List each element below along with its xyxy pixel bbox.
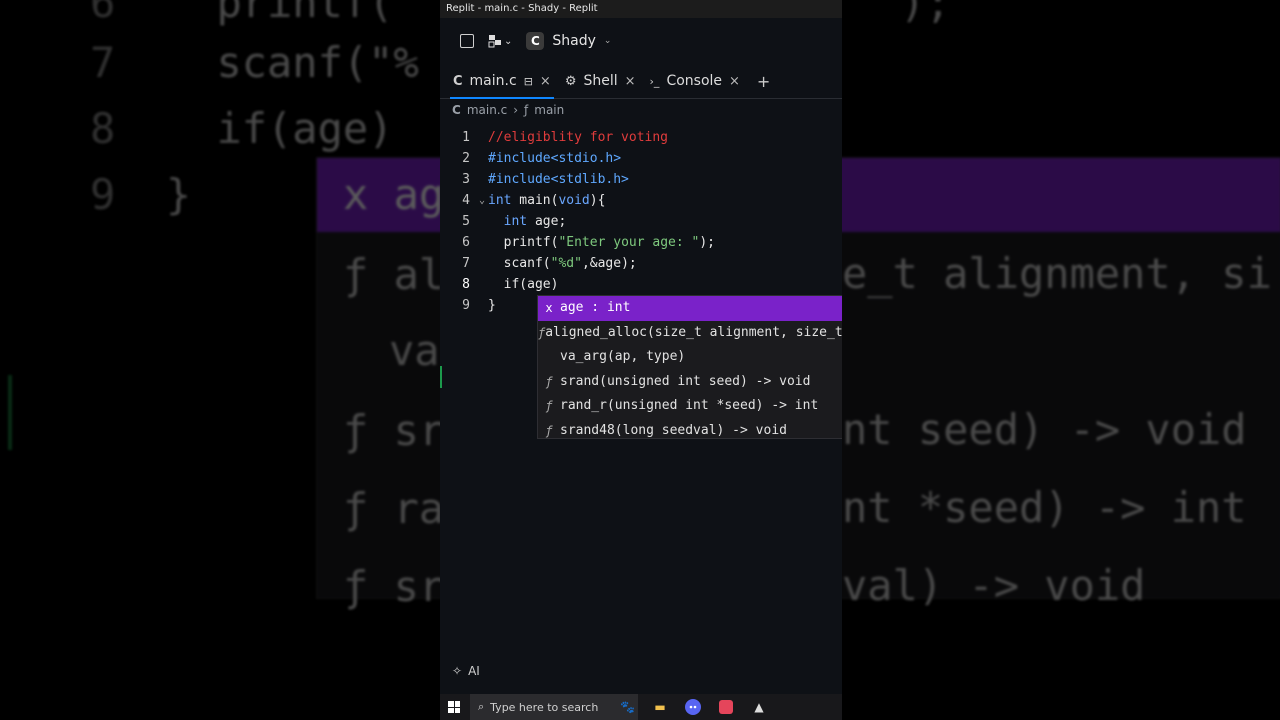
split-view-icon[interactable]: ⊟ xyxy=(524,75,533,88)
close-icon[interactable]: × xyxy=(625,74,636,89)
search-placeholder: Type here to search xyxy=(490,700,599,714)
code-line: 3 #include<stdlib.h> xyxy=(462,172,629,187)
breadcrumb: C main.c › ƒ main xyxy=(440,99,842,121)
discord-icon[interactable] xyxy=(682,696,704,718)
windows-start-icon[interactable] xyxy=(448,701,460,713)
code-line: 1//eligiblity for voting xyxy=(462,130,669,145)
search-icon: ⌕ xyxy=(478,700,485,713)
ai-button[interactable]: ✧ AI xyxy=(440,660,480,682)
tray-arrow-icon[interactable]: ▲ xyxy=(748,696,770,718)
tab-shell[interactable]: ⚙ Shell × xyxy=(558,64,643,98)
project-switcher[interactable]: C Shady ⌄ xyxy=(526,32,611,50)
suggestion-item[interactable]: ƒ aligned_alloc(size_t alignment, size_t … xyxy=(538,321,842,346)
tab-label: Console xyxy=(666,73,723,89)
tab-label: Shell xyxy=(583,73,618,89)
function-icon: ƒ xyxy=(545,423,553,438)
taskbar-search-input[interactable]: ⌕ Type here to search 🐾 xyxy=(470,694,638,720)
ai-label: AI xyxy=(468,664,480,678)
chevron-down-icon: ⌄ xyxy=(603,36,612,46)
ai-sparkle-icon: ✧ xyxy=(452,664,463,678)
function-icon: ƒ xyxy=(545,374,553,389)
function-icon: ƒ xyxy=(538,325,546,340)
c-file-icon: C xyxy=(453,73,463,89)
tab-console[interactable]: ›_ Console × xyxy=(643,64,747,98)
breadcrumb-file[interactable]: main.c xyxy=(467,103,507,117)
suggestion-item[interactable]: va_arg(ap, type) xyxy=(538,345,842,370)
code-editor[interactable]: 1//eligiblity for voting 2 #include<stdio… xyxy=(440,121,842,316)
close-icon[interactable]: × xyxy=(540,74,551,89)
tab-main-c[interactable]: C main.c ⊟ × xyxy=(446,64,558,99)
file-explorer-icon[interactable]: ▬ xyxy=(649,696,671,718)
code-line: 2 #include<stdio.h> xyxy=(462,151,622,166)
code-line: 4 ⌄ int main(void){ xyxy=(440,190,842,211)
shell-icon: ⚙ xyxy=(564,73,577,89)
console-icon: ›_ xyxy=(649,74,660,88)
c-language-icon: C xyxy=(526,32,545,50)
function-icon: ƒ xyxy=(524,103,529,117)
tab-label: main.c xyxy=(469,73,517,89)
suggestion-item[interactable]: x age : int xyxy=(538,296,842,321)
add-tab-button[interactable]: + xyxy=(747,64,780,98)
code-line: 7 scanf("%d",&age); xyxy=(462,256,637,271)
replit-window: Replit - main.c - Shady - Replit ⌄ C Sha… xyxy=(440,0,842,720)
suggestion-item[interactable]: ƒ srand(unsigned int seed) -> void xyxy=(538,370,842,395)
function-icon: ƒ xyxy=(545,399,553,413)
autocomplete-popup: x age : int ƒ aligned_alloc(size_t alignme… xyxy=(537,295,842,439)
code-line: 6 printf("Enter your age: "); xyxy=(462,235,715,250)
project-name: Shady xyxy=(552,33,596,49)
chevron-right-icon: › xyxy=(513,103,519,117)
suggestion-item[interactable]: ƒ srand48(long seedval) -> void xyxy=(538,419,842,439)
code-line: 5 int age; xyxy=(462,214,567,229)
variable-icon: x xyxy=(545,301,553,315)
fold-chevron-icon[interactable]: ⌄ xyxy=(476,190,488,211)
code-line-current: 8 if(age) xyxy=(462,277,559,292)
windows-taskbar: ⌕ Type here to search 🐾 ▬ ▲ xyxy=(440,694,842,720)
top-toolbar: ⌄ C Shady ⌄ xyxy=(440,18,842,64)
suggestion-item[interactable]: ƒ rand_r(unsigned int *seed) -> int xyxy=(538,394,842,419)
window-title: Replit - main.c - Shady - Replit xyxy=(440,0,842,18)
breadcrumb-symbol[interactable]: main xyxy=(534,103,564,117)
close-icon[interactable]: × xyxy=(729,74,740,89)
editor-tabs: C main.c ⊟ × ⚙ Shell × ›_ Console × + xyxy=(440,64,842,99)
chevron-down-icon: ⌄ xyxy=(504,35,513,47)
git-change-marker xyxy=(440,366,442,388)
search-highlight-icon: 🐾 xyxy=(620,700,635,714)
layout-icon xyxy=(488,35,501,48)
layout-menu-button[interactable]: ⌄ xyxy=(488,34,512,48)
c-file-icon: C xyxy=(452,103,461,117)
sidebar-toggle-icon[interactable] xyxy=(460,34,474,48)
app-icon[interactable] xyxy=(715,696,737,718)
